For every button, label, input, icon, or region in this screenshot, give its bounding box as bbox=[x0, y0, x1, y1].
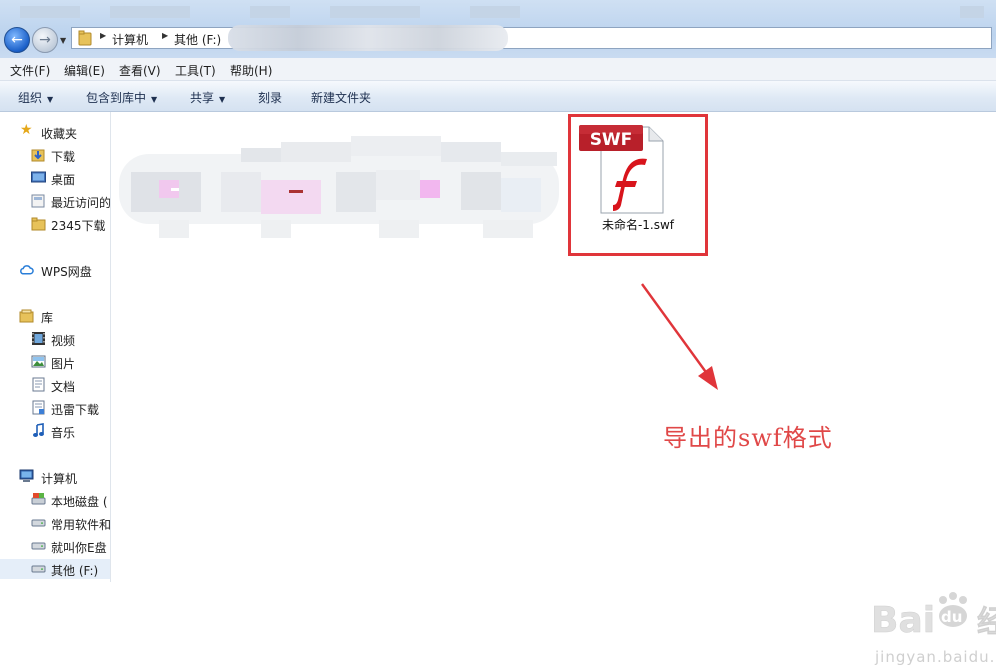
arrow-icon bbox=[641, 283, 718, 390]
nav-item-recent[interactable]: 最近访问的 bbox=[0, 191, 110, 211]
nav-item-label: 最近访问的 bbox=[51, 196, 111, 210]
baidu-watermark-logo: Bai du 经验 bbox=[871, 592, 996, 641]
nav-item-videos[interactable]: 视频 bbox=[0, 329, 110, 349]
recent-pages-dropdown-icon[interactable]: ▼ bbox=[60, 36, 66, 45]
navigation-pane: ★ 收藏夹 下载 桌面 最近访问的 2345下载 WPS网盘 库 视频 图片 文… bbox=[0, 112, 111, 582]
menu-help[interactable]: 帮助(H) bbox=[230, 62, 272, 79]
nav-favorites[interactable]: ★ 收藏夹 bbox=[0, 122, 110, 142]
chevron-down-icon: ▼ bbox=[219, 95, 226, 104]
breadcrumb-computer[interactable]: 计算机 bbox=[112, 31, 148, 48]
nav-item-label: 其他 (F:) bbox=[51, 564, 99, 578]
nav-libraries-label: 库 bbox=[41, 311, 54, 325]
nav-item-label: 就叫你E盘 bbox=[51, 541, 107, 555]
command-toolbar: 组织 ▼ 包含到库中 ▼ 共享 ▼ 刻录 新建文件夹 bbox=[0, 81, 996, 112]
nav-item-label: 文档 bbox=[51, 380, 76, 394]
nav-item-thunder-downloads[interactable]: 迅雷下载 bbox=[0, 398, 110, 418]
watermark-url: jingyan.baidu.com bbox=[875, 648, 996, 666]
nav-item-label: 本地磁盘 ( bbox=[51, 495, 108, 509]
drive-icon bbox=[31, 565, 46, 573]
share-button[interactable]: 共享 ▼ bbox=[190, 89, 225, 106]
menu-bar: 文件(F) 编辑(E) 查看(V) 工具(T) 帮助(H) bbox=[0, 58, 996, 81]
swf-file-icon[interactable]: SWF bbox=[577, 121, 667, 217]
menu-file[interactable]: 文件(F) bbox=[10, 62, 50, 79]
nav-item-2345-downloads[interactable]: 2345下载 bbox=[0, 214, 110, 234]
drive-icon bbox=[31, 493, 46, 505]
breadcrumb-separator[interactable]: ▶ bbox=[100, 31, 106, 40]
annotation-text: 导出的swf格式 bbox=[663, 424, 833, 452]
organize-label: 组织 bbox=[18, 91, 43, 105]
nav-item-downloads[interactable]: 下载 bbox=[0, 145, 110, 165]
star-icon: ★ bbox=[20, 122, 33, 138]
breadcrumb-drive-f[interactable]: 其他 (F:) bbox=[174, 31, 221, 48]
music-icon bbox=[33, 423, 44, 437]
folder-icon bbox=[78, 30, 92, 46]
breadcrumb-separator[interactable]: ▶ bbox=[162, 31, 168, 40]
documents-icon bbox=[32, 377, 45, 392]
chevron-down-icon: ▼ bbox=[47, 95, 54, 104]
menu-view[interactable]: 查看(V) bbox=[119, 62, 161, 79]
address-bar[interactable]: ▶ 计算机 ▶ 其他 (F:) bbox=[71, 25, 992, 51]
nav-wps-cloud[interactable]: WPS网盘 bbox=[0, 260, 110, 280]
chevron-down-icon: ▼ bbox=[151, 95, 158, 104]
nav-item-label: 桌面 bbox=[51, 173, 76, 187]
include-in-library-label: 包含到库中 bbox=[86, 91, 147, 105]
address-strip: ← → ▼ ▶ 计算机 ▶ 其他 (F:) bbox=[0, 0, 996, 59]
video-icon bbox=[32, 332, 45, 345]
nav-item-label: 迅雷下载 bbox=[51, 403, 100, 417]
pictures-icon bbox=[31, 355, 46, 368]
folder-icon bbox=[31, 217, 46, 231]
nav-item-desktop[interactable]: 桌面 bbox=[0, 168, 110, 188]
nav-item-documents[interactable]: 文档 bbox=[0, 375, 110, 395]
swf-badge-label: SWF bbox=[590, 130, 633, 150]
nav-libraries[interactable]: 库 bbox=[0, 306, 110, 326]
nav-item-drive-e[interactable]: 就叫你E盘 bbox=[0, 536, 110, 556]
blurred-path bbox=[228, 25, 508, 51]
cloud-icon bbox=[20, 265, 34, 275]
download-library-icon bbox=[32, 400, 45, 415]
nav-item-drive-f[interactable]: 其他 (F:) bbox=[0, 559, 110, 579]
nav-item-label: 2345下载 bbox=[51, 219, 106, 233]
menu-tools[interactable]: 工具(T) bbox=[175, 62, 216, 79]
nav-favorites-label: 收藏夹 bbox=[41, 127, 78, 141]
menu-edit[interactable]: 编辑(E) bbox=[64, 62, 105, 79]
nav-item-pictures[interactable]: 图片 bbox=[0, 352, 110, 372]
svg-text:Bai: Bai bbox=[871, 600, 935, 641]
burn-button[interactable]: 刻录 bbox=[258, 89, 282, 106]
desktop-icon bbox=[31, 171, 46, 183]
window-title-area bbox=[0, 0, 996, 22]
nav-computer-label: 计算机 bbox=[41, 472, 78, 486]
back-arrow-icon[interactable]: ← bbox=[4, 27, 30, 53]
downloads-folder-icon bbox=[31, 149, 45, 162]
svg-text:经验: 经验 bbox=[977, 605, 996, 640]
drive-icon bbox=[31, 519, 46, 527]
drive-icon bbox=[31, 542, 46, 550]
recent-places-icon bbox=[31, 194, 45, 208]
nav-item-label: 常用软件和 bbox=[51, 518, 111, 532]
forward-arrow-icon[interactable]: → bbox=[32, 27, 58, 53]
new-folder-button[interactable]: 新建文件夹 bbox=[311, 89, 371, 106]
nav-item-drive-d[interactable]: 常用软件和 bbox=[0, 513, 110, 533]
nav-item-label: 视频 bbox=[51, 334, 76, 348]
nav-item-label: 音乐 bbox=[51, 426, 76, 440]
nav-item-label: 图片 bbox=[51, 357, 76, 371]
nav-item-music[interactable]: 音乐 bbox=[0, 421, 110, 441]
file-list-area[interactable]: SWF 未命名-1.swf 导出的swf格式 Bai du 经验 jingyan… bbox=[111, 112, 996, 666]
include-in-library-button[interactable]: 包含到库中 ▼ bbox=[86, 89, 157, 106]
nav-item-local-disk[interactable]: 本地磁盘 ( bbox=[0, 490, 110, 510]
nav-wps-label: WPS网盘 bbox=[41, 265, 92, 279]
computer-icon bbox=[19, 469, 34, 482]
svg-text:du: du bbox=[941, 608, 962, 626]
swf-file-name[interactable]: 未命名-1.swf bbox=[568, 216, 708, 233]
share-label: 共享 bbox=[190, 91, 215, 105]
nav-item-label: 下载 bbox=[51, 150, 76, 164]
library-icon bbox=[19, 309, 34, 323]
organize-button[interactable]: 组织 ▼ bbox=[18, 89, 53, 106]
nav-computer[interactable]: 计算机 bbox=[0, 467, 110, 487]
